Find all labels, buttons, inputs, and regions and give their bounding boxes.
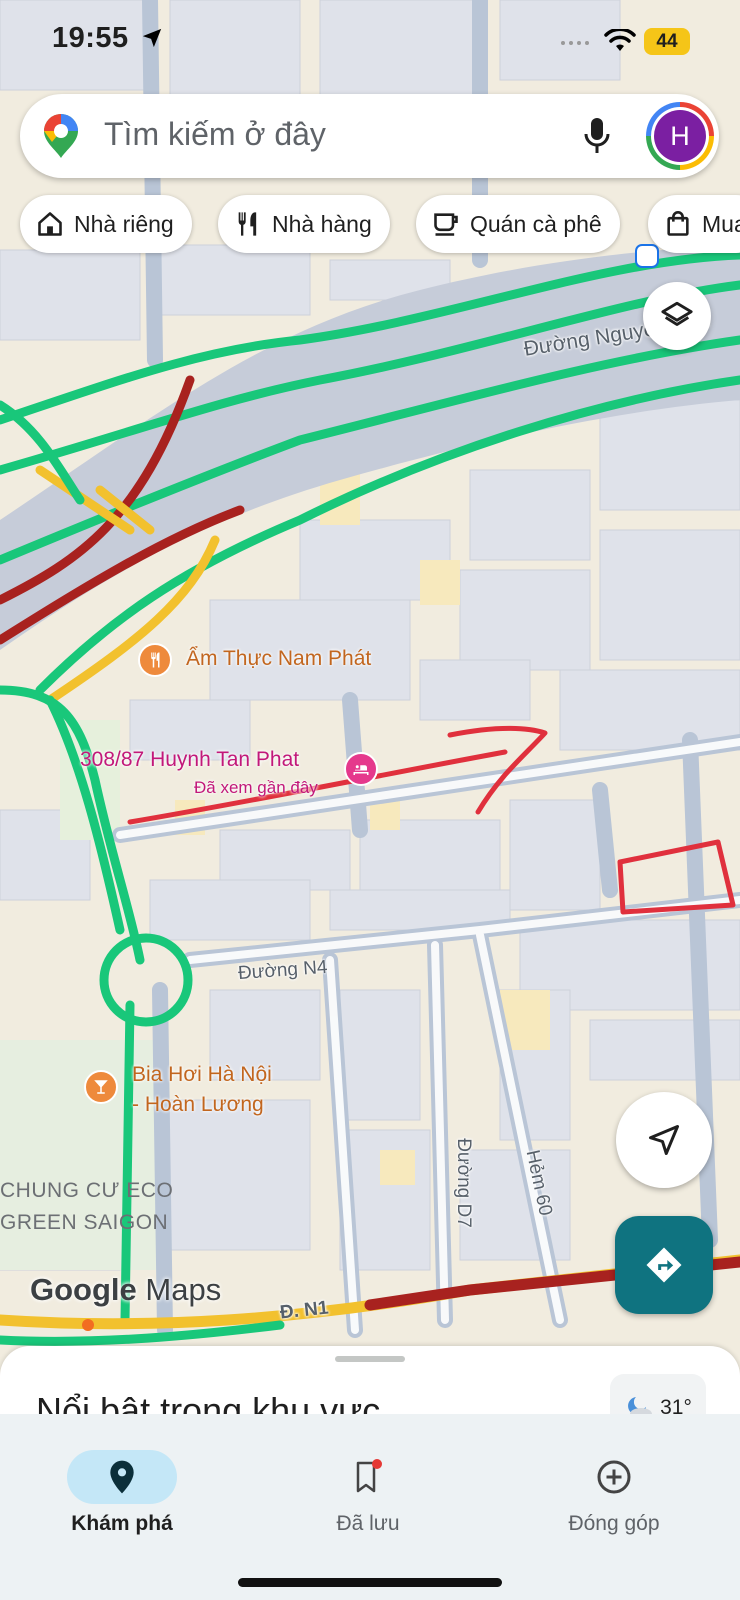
home-indicator — [238, 1578, 502, 1587]
layers-button[interactable] — [643, 282, 711, 350]
battery-indicator: 44 — [644, 28, 690, 55]
microphone-icon[interactable] — [583, 116, 611, 156]
sheet-drag-handle[interactable] — [335, 1356, 405, 1362]
bar-pin[interactable] — [84, 1070, 118, 1104]
nav-saved[interactable]: Đã lưu — [268, 1450, 468, 1536]
chip-home-label: Nhà riêng — [74, 210, 174, 237]
shopping-bag-icon — [667, 211, 689, 236]
poi-label-bar-line1[interactable]: Bia Hơi Hà Nội — [132, 1060, 272, 1090]
status-bar: 19:55 44 — [0, 0, 740, 84]
nav-explore-icon-container — [67, 1450, 177, 1504]
restaurant-icon — [238, 212, 257, 236]
add-circle-icon — [597, 1460, 631, 1494]
chip-coffee[interactable]: Quán cà phê — [416, 195, 620, 253]
restaurant-pin[interactable] — [138, 643, 172, 677]
my-location-button[interactable] — [616, 1092, 712, 1188]
google-maps-wordmark: Google Maps — [30, 1272, 221, 1308]
bookmark-icon — [356, 1459, 382, 1493]
poi-label-bar-line2[interactable]: - Hoàn Lương — [132, 1090, 264, 1120]
chip-restaurants[interactable]: Nhà hàng — [218, 195, 390, 253]
chip-home[interactable]: Nhà riêng — [20, 195, 192, 253]
chip-shopping[interactable]: Mua — [648, 195, 740, 253]
poi-label-complex-line2[interactable]: GREEN SAIGON — [0, 1208, 168, 1238]
nav-explore[interactable]: Khám phá — [22, 1450, 222, 1536]
nav-saved-icon-container — [313, 1450, 423, 1504]
wordmark-google: Google — [30, 1272, 137, 1307]
location-pin-icon — [110, 1460, 134, 1494]
poi-label-restaurant[interactable]: Ẩm Thực Nam Phát — [186, 644, 371, 674]
bottom-navigation: Khám phá Đã lưu Đóng góp — [0, 1414, 740, 1600]
wifi-icon — [604, 29, 636, 51]
coffee-icon — [434, 213, 458, 236]
avatar-letter: H — [654, 110, 706, 162]
layers-icon — [661, 301, 693, 326]
directions-button[interactable] — [615, 1216, 713, 1314]
hotel-bed-icon — [353, 763, 369, 775]
search-bar[interactable]: Tìm kiếm ở đây H — [20, 94, 719, 178]
location-arrow-icon — [142, 28, 162, 48]
google-maps-pin-icon — [44, 114, 78, 158]
home-icon — [38, 212, 62, 236]
nav-saved-label: Đã lưu — [336, 1512, 400, 1535]
saved-place-pin[interactable] — [344, 752, 378, 786]
poi-label-saved-place[interactable]: 308/87 Huynh Tan Phat — [80, 748, 299, 772]
cocktail-icon — [94, 1080, 108, 1094]
account-avatar[interactable]: H — [646, 102, 714, 170]
poi-label-complex-line1[interactable]: CHUNG CƯ ECO — [0, 1176, 173, 1206]
nav-contribute-label: Đóng góp — [568, 1512, 660, 1535]
chip-coffee-label: Quán cà phê — [470, 210, 602, 237]
chip-shopping-label: Mua — [702, 210, 740, 237]
nav-explore-label: Khám phá — [71, 1512, 173, 1535]
poi-label-saved-place-sub: Đã xem gần đây — [194, 778, 318, 797]
fork-knife-icon — [151, 652, 160, 668]
wordmark-maps: Maps — [145, 1272, 222, 1307]
chip-restaurants-label: Nhà hàng — [272, 210, 372, 237]
directions-icon — [646, 1247, 682, 1283]
street-label-d7: Đường D7 — [452, 1138, 474, 1228]
nav-contribute[interactable]: Đóng góp — [514, 1450, 714, 1536]
nav-contribute-icon-container — [559, 1450, 669, 1504]
search-input[interactable]: Tìm kiếm ở đây — [104, 116, 326, 153]
status-time: 19:55 — [52, 22, 129, 54]
navigation-arrow-icon — [649, 1125, 679, 1155]
signal-dots-icon — [561, 41, 589, 45]
